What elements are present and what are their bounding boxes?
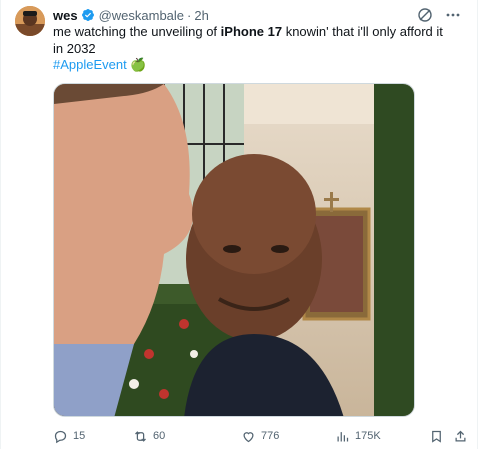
tweet-actions: 15 60 776 175K	[53, 426, 468, 446]
reply-button[interactable]: 15	[53, 429, 85, 444]
retweet-button[interactable]: 60	[133, 429, 165, 444]
avatar[interactable]	[15, 6, 45, 36]
display-name[interactable]: wes	[53, 8, 78, 23]
separator-dot: ·	[187, 7, 192, 23]
share-icon	[455, 430, 466, 441]
share-button[interactable]	[453, 429, 468, 444]
bookmark-icon	[432, 430, 441, 443]
views-button[interactable]: 175K	[335, 429, 381, 444]
hashtag-link[interactable]: #AppleEvent	[53, 57, 127, 72]
reply-icon	[54, 430, 67, 443]
user-handle[interactable]: @weskambale	[99, 8, 184, 23]
tweet-text-bold: iPhone 17	[220, 24, 283, 39]
tweet-media-image[interactable]	[53, 83, 415, 417]
retweet-icon	[135, 430, 146, 442]
tweet-text-part: me watching the unveiling of	[53, 24, 221, 39]
bookmark-button[interactable]	[429, 429, 444, 444]
timestamp[interactable]: 2h	[194, 8, 208, 23]
media-illustration	[54, 84, 414, 416]
tweet-card: wes @weskambale · 2h me watching the unv…	[0, 0, 478, 449]
grok-icon[interactable]	[417, 7, 433, 23]
like-button[interactable]: 776	[241, 429, 279, 444]
heart-icon	[243, 431, 254, 442]
header-actions	[417, 7, 461, 23]
reply-count: 15	[73, 430, 86, 442]
view-count: 175K	[355, 430, 381, 442]
tweet-text: me watching the unveiling of iPhone 17 k…	[53, 24, 453, 74]
verified-badge-icon	[81, 8, 95, 22]
views-chart-icon	[337, 431, 349, 441]
retweet-count: 60	[153, 430, 166, 442]
like-count: 776	[261, 430, 280, 442]
hashtag-emoji: 🍏	[130, 57, 147, 72]
more-dots-icon[interactable]	[445, 7, 461, 23]
tweet-header: wes @weskambale · 2h	[53, 5, 461, 25]
